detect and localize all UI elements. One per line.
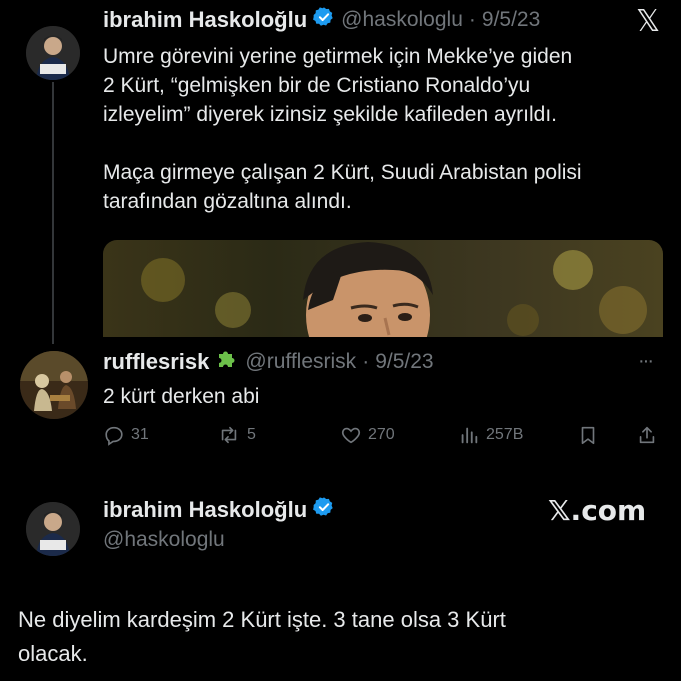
tweet-body: Umre görevini yerine getirmek için Mekke… — [103, 42, 673, 216]
tweet-date[interactable]: 9/5/23 — [482, 8, 540, 32]
quote-line: Ne diyelim kardeşim 2 Kürt işte. 3 tane … — [18, 607, 506, 632]
tweet-line: 2 Kürt, “gelmişken bir de Cristiano Rona… — [103, 74, 531, 97]
quote-text: Ne diyelim kardeşim 2 Kürt işte. 3 tane … — [18, 603, 506, 671]
views-button[interactable]: 257B — [458, 424, 523, 446]
reply-author-name[interactable]: rufflesrisk — [103, 349, 209, 375]
retweet-button[interactable]: 5 — [217, 424, 256, 446]
x-com-brand: 𝕏.com — [548, 494, 647, 527]
share-icon — [639, 426, 655, 444]
verified-badge-icon — [313, 6, 335, 33]
reply-button[interactable]: 31 — [103, 424, 149, 446]
like-button[interactable]: 270 — [340, 424, 395, 446]
tweet-line: izleyelim” diyerek izinsiz şekilde kafil… — [103, 103, 558, 126]
author-name[interactable]: ibrahim Haskoloğlu — [103, 7, 307, 33]
reply-count: 31 — [131, 426, 149, 443]
profile-handle[interactable]: @haskologlu — [103, 528, 225, 552]
profile-avatar[interactable] — [26, 502, 80, 556]
x-logo-icon[interactable]: 𝕏 — [636, 4, 660, 39]
share-button[interactable] — [636, 424, 658, 446]
tweet-media-image[interactable] — [103, 240, 663, 337]
bookmark-icon — [581, 426, 595, 445]
reply-date[interactable]: 9/5/23 — [375, 350, 433, 374]
more-options-icon[interactable]: ··· — [638, 350, 654, 373]
author-handle[interactable]: @haskologlu — [341, 8, 463, 32]
tweet-line: Umre görevini yerine getirmek için Mekke… — [103, 45, 573, 68]
views-count: 257B — [486, 426, 524, 443]
bookmark-button[interactable] — [577, 424, 599, 446]
reply-avatar[interactable] — [20, 351, 88, 419]
reply-body: 2 kürt derken abi — [103, 385, 260, 408]
separator-dot: · — [468, 7, 476, 31]
reply-author-handle[interactable]: @rufflesrisk — [245, 350, 356, 374]
retweet-count: 5 — [247, 426, 256, 443]
profile-name[interactable]: ibrahim Haskoloğlu — [103, 497, 307, 523]
tweet-header: ibrahim Haskoloğlu @haskologlu · 9/5/23 — [103, 6, 540, 33]
quote-line: olacak. — [18, 641, 88, 666]
puzzle-piece-icon — [215, 347, 239, 376]
tweet-line: tarafından gözaltına alındı. — [103, 190, 352, 213]
reply-icon — [105, 426, 123, 446]
separator-dot: · — [362, 349, 370, 373]
retweet-icon — [221, 426, 237, 444]
analytics-icon — [461, 427, 478, 444]
thread-connector — [52, 82, 54, 344]
avatar[interactable] — [26, 26, 80, 80]
tweet-line: Maça girmeye çalışan 2 Kürt, Suudi Arabi… — [103, 161, 582, 184]
reply-header: rufflesrisk @rufflesrisk · 9/5/23 — [103, 347, 434, 376]
profile-name-row: ibrahim Haskoloğlu — [103, 496, 335, 523]
like-count: 270 — [368, 426, 395, 443]
verified-badge-icon — [313, 496, 335, 523]
heart-icon — [341, 427, 361, 444]
